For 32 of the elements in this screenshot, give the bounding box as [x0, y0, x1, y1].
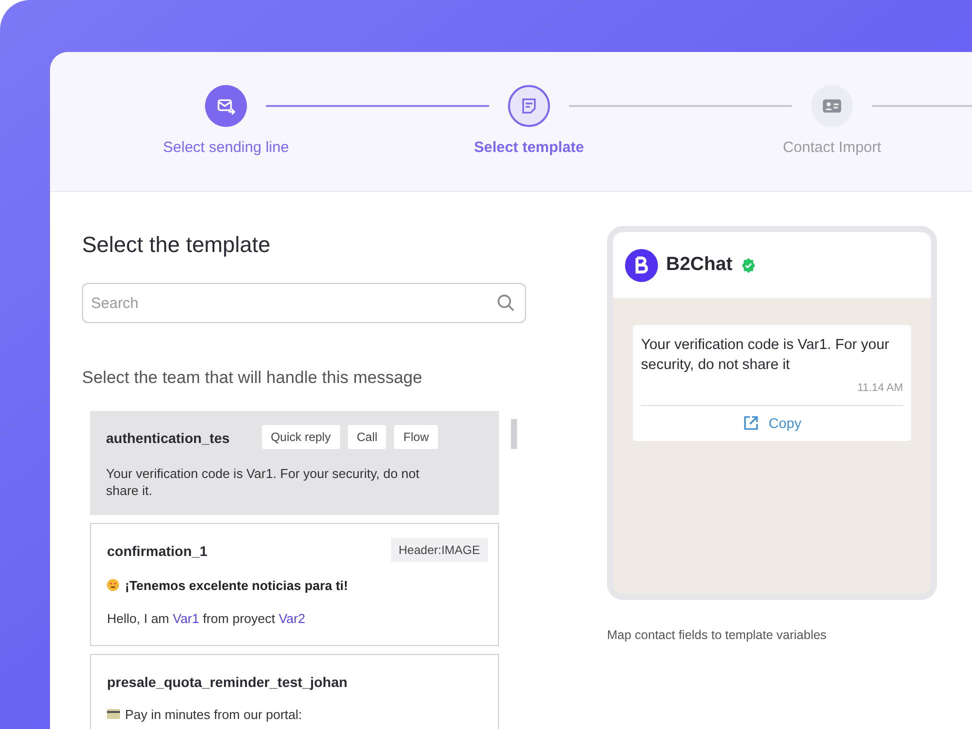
step-label[interactable]: Select template — [474, 137, 584, 160]
template-name: confirmation_1 — [107, 542, 208, 560]
template-text: Hello, I am Var1 from proyect Var2 — [107, 610, 306, 628]
smiling-face-icon — [107, 579, 119, 592]
template-text: Pay in minutes from our portal: — [125, 706, 302, 724]
scrollbar[interactable] — [511, 418, 517, 448]
section-title: Select the template — [82, 231, 272, 259]
template-name: authentication_tes — [106, 428, 230, 448]
id-card-icon — [822, 97, 842, 115]
template-card[interactable]: authentication_tes Quick reply Call Flow Your verification code is Var1. For your security, do not share it. — [90, 410, 499, 514]
header-tag: Header:IMAGE — [390, 538, 488, 562]
sender-name: B2Chat — [666, 252, 733, 277]
template-card[interactable]: confirmation_1 Header:IMAGE ¡Tenemos excelente noticias para ti! Hello, I am Var1 from proyect Var2 — [90, 522, 499, 646]
map-hint: Map contact fields to template variables — [607, 627, 828, 644]
template-headline: ¡Tenemos excelente noticias para ti! — [125, 576, 348, 595]
credit-card-icon — [107, 709, 120, 720]
search-icon[interactable] — [496, 293, 516, 313]
template-name: presale_quota_reminder_test_johan — [107, 672, 348, 692]
template-card[interactable]: presale_quota_reminder_test_johan Pay in minutes from our portal: — [90, 654, 499, 729]
message-text: Your verification code is Var1. For your security, do not share it — [641, 336, 890, 375]
message-time: 11.14 AM — [856, 381, 903, 396]
button-tag: Flow — [394, 424, 438, 448]
copy-button[interactable]: Copy — [641, 404, 903, 440]
search-field[interactable]: Search — [82, 283, 526, 323]
button-tag: Quick reply — [262, 424, 340, 448]
step-label[interactable]: Select sending line — [163, 137, 289, 160]
button-tag: Call — [348, 424, 386, 448]
team-prompt: Select the team that will handle this message — [82, 367, 424, 389]
step-label[interactable]: Contact Import — [782, 137, 882, 160]
external-link-icon — [742, 415, 759, 431]
template-text: Your verification code is Var1. For your security, do not share it. — [106, 464, 420, 498]
avatar-icon — [625, 248, 658, 282]
